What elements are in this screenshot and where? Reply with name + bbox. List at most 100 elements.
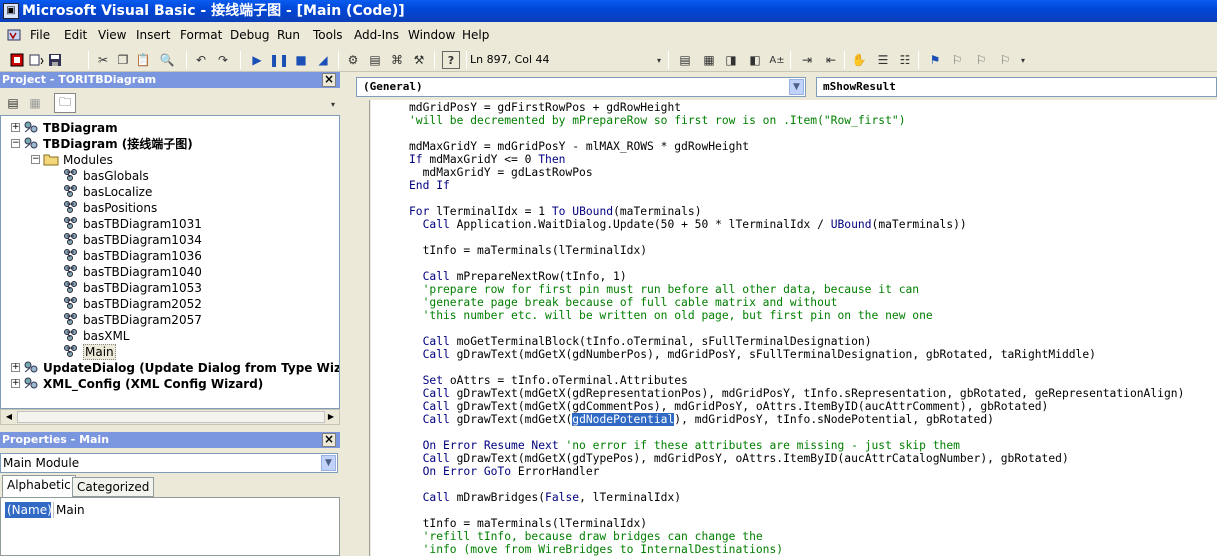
menu-edit[interactable]: Edit xyxy=(64,24,87,46)
toggle-bookmark-icon[interactable]: ⚑ xyxy=(926,51,944,69)
menu-file[interactable]: File xyxy=(30,24,50,46)
pane-menu-icon[interactable]: ▾ xyxy=(324,95,342,113)
expand-icon[interactable]: + xyxy=(11,379,20,388)
tree-item[interactable]: basTBDiagram2057 xyxy=(63,312,202,328)
paste-icon[interactable]: 📋 xyxy=(134,51,152,69)
project-tree-scrollbar[interactable]: ◀ ▶ xyxy=(0,409,340,425)
object-combo[interactable]: (General) ▼ xyxy=(356,77,806,97)
redo-icon[interactable]: ↷ xyxy=(214,51,232,69)
design-mode-icon[interactable]: ◢ xyxy=(314,51,332,69)
tree-item[interactable]: basTBDiagram1040 xyxy=(63,264,202,280)
tree-item[interactable]: basGlobals xyxy=(63,168,149,184)
code-line[interactable]: Call Application.WaitDialog.Update(50 + … xyxy=(409,218,1217,231)
menu-view[interactable]: View xyxy=(98,24,126,46)
code-line[interactable]: 'info (move from WireBridges to Internal… xyxy=(409,543,1217,556)
code-line[interactable] xyxy=(409,504,1217,517)
code-line[interactable]: tInfo = maTerminals(lTerminalIdx) xyxy=(409,244,1217,257)
toggle-breakpoint-icon[interactable]: ✋ xyxy=(850,51,868,69)
code-editor[interactable]: mdGridPosY = gdFirstRowPos + gdRowHeight… xyxy=(371,100,1217,556)
quick-info-icon[interactable]: ◨ xyxy=(722,51,740,69)
property-name[interactable]: (Name) xyxy=(5,502,52,518)
menu-window[interactable]: Window xyxy=(408,24,455,46)
code-line[interactable]: 'will be decremented by mPrepareRow so f… xyxy=(409,114,1217,127)
code-line[interactable]: Call gDrawText(mdGetX(gdNodePotential), … xyxy=(409,413,1217,426)
view-host-icon[interactable] xyxy=(8,51,26,69)
collapse-icon[interactable]: − xyxy=(31,155,40,164)
code-line[interactable]: Call gDrawText(mdGetX(gdNumberPos), mdGr… xyxy=(409,348,1217,361)
code-line[interactable]: 'refill tInfo, because draw bridges can … xyxy=(409,530,1217,543)
object-selector[interactable]: Main Module ▼ xyxy=(0,453,338,473)
previous-bookmark-icon[interactable]: ⚐ xyxy=(972,51,990,69)
properties-window-icon[interactable]: ▤ xyxy=(366,51,384,69)
code-line[interactable]: Set oAttrs = tInfo.oTerminal.Attributes xyxy=(409,374,1217,387)
menu-help[interactable]: Help xyxy=(462,24,489,46)
view-code-icon[interactable]: ▤ xyxy=(4,94,22,112)
tree-item[interactable]: basTBDiagram1031 xyxy=(63,216,202,232)
copy-icon[interactable]: ❐ xyxy=(114,51,132,69)
menu-insert[interactable]: Insert xyxy=(136,24,170,46)
chevron-down-icon[interactable]: ▼ xyxy=(789,79,804,95)
tree-item[interactable]: + XML_Config (XML Config Wizard) xyxy=(11,376,263,392)
code-line[interactable]: Call gDrawText(mdGetX(gdTypePos), mdGrid… xyxy=(409,452,1217,465)
tree-item[interactable]: − Modules xyxy=(31,152,113,168)
find-icon[interactable]: 🔍 xyxy=(158,51,176,69)
run-icon[interactable]: ▶ xyxy=(248,51,266,69)
code-line[interactable]: 'prepare row for first pin must run befo… xyxy=(409,283,1217,296)
edit-toolbar-options-icon[interactable]: ▾ xyxy=(1014,51,1032,69)
tree-item[interactable]: basPositions xyxy=(63,200,157,216)
tab-alphabetic[interactable]: Alphabetic xyxy=(2,475,76,497)
code-line[interactable]: tInfo = maTerminals(lTerminalIdx) xyxy=(409,517,1217,530)
outdent-icon[interactable]: ⇤ xyxy=(822,51,840,69)
code-line[interactable]: mdMaxGridY = mdGridPosY - mlMAX_ROWS * g… xyxy=(409,140,1217,153)
tree-item[interactable]: + UpdateDialog (Update Dialog from Type W… xyxy=(11,360,339,376)
vba-icon[interactable] xyxy=(6,27,22,43)
code-line[interactable]: Call mDrawBridges(False, lTerminalIdx) xyxy=(409,491,1217,504)
menu-debug[interactable]: Debug xyxy=(230,24,269,46)
tree-item[interactable]: Main xyxy=(63,344,116,360)
close-properties-pane-button[interactable]: × xyxy=(322,433,336,447)
expand-icon[interactable]: + xyxy=(11,123,20,132)
code-line[interactable]: Call gDrawText(mdGetX(gdRepresentationPo… xyxy=(409,387,1217,400)
expand-icon[interactable]: + xyxy=(11,363,20,372)
code-line[interactable]: On Error Resume Next 'no error if these … xyxy=(409,439,1217,452)
clear-bookmarks-icon[interactable]: ⚐ xyxy=(996,51,1014,69)
reset-icon[interactable]: ■ xyxy=(292,51,310,69)
break-icon[interactable]: ❚❚ xyxy=(269,51,289,69)
toolbox-icon[interactable]: ⚒ xyxy=(410,51,428,69)
code-line[interactable] xyxy=(409,361,1217,374)
code-line[interactable]: If mdMaxGridY <= 0 Then xyxy=(409,153,1217,166)
code-line[interactable] xyxy=(409,231,1217,244)
view-object-icon[interactable]: ▦ xyxy=(26,94,44,112)
project-explorer-icon[interactable]: ⚙ xyxy=(344,51,362,69)
code-line[interactable] xyxy=(409,192,1217,205)
tree-item[interactable]: basTBDiagram2052 xyxy=(63,296,202,312)
list-properties-icon[interactable]: ▤ xyxy=(676,51,694,69)
tree-item[interactable]: − TBDiagram (接线端子图) xyxy=(11,136,193,152)
collapse-icon[interactable]: − xyxy=(11,139,20,148)
indicator-margin[interactable] xyxy=(346,100,370,556)
parameter-info-icon[interactable]: ◧ xyxy=(746,51,764,69)
help-icon[interactable]: ? xyxy=(442,51,460,69)
property-row[interactable]: (Name) Main xyxy=(5,502,339,518)
tree-item[interactable]: basTBDiagram1036 xyxy=(63,248,202,264)
code-line[interactable]: End If xyxy=(409,179,1217,192)
code-line[interactable] xyxy=(409,426,1217,439)
code-line[interactable]: mdMaxGridY = gdLastRowPos xyxy=(409,166,1217,179)
code-line[interactable]: For lTerminalIdx = 1 To UBound(maTermina… xyxy=(409,205,1217,218)
code-line[interactable] xyxy=(409,127,1217,140)
code-line[interactable]: 'generate page break because of full cab… xyxy=(409,296,1217,309)
menu-run[interactable]: Run xyxy=(277,24,300,46)
indent-icon[interactable]: ⇥ xyxy=(798,51,816,69)
list-constants-icon[interactable]: ▦ xyxy=(700,51,718,69)
menu-format[interactable]: Format xyxy=(180,24,222,46)
code-line[interactable] xyxy=(409,322,1217,335)
menu-tools[interactable]: Tools xyxy=(313,24,343,46)
object-browser-icon[interactable]: ⌘ xyxy=(388,51,406,69)
property-value[interactable]: Main xyxy=(53,502,85,518)
code-line[interactable] xyxy=(409,478,1217,491)
insert-module-icon[interactable] xyxy=(28,51,46,69)
tab-categorized[interactable]: Categorized xyxy=(72,477,155,497)
vb-app-icon[interactable]: ▣ xyxy=(3,3,19,19)
toggle-folders-icon[interactable]: 🗀 xyxy=(54,93,76,113)
cut-icon[interactable]: ✂ xyxy=(94,51,112,69)
